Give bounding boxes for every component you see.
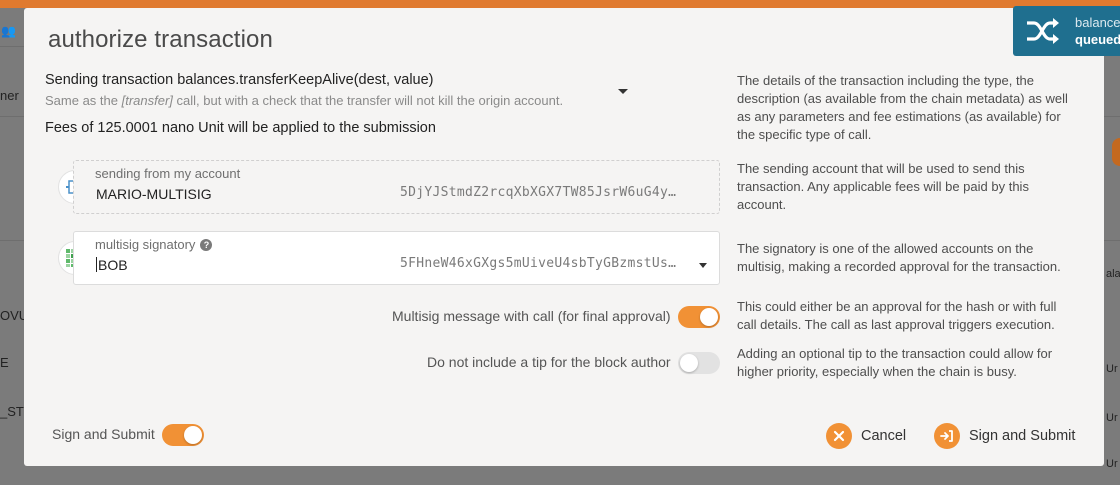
sender-label: sending from my account	[95, 166, 241, 181]
sender-name: MARIO-MULTISIG	[96, 186, 212, 202]
help-tip: Adding an optional tip to the transactio…	[737, 346, 1053, 379]
multisig-call-label: Multisig message with call (for final ap…	[392, 308, 671, 324]
multisig-call-toggle[interactable]	[678, 306, 720, 328]
bg-text: _ST	[0, 404, 24, 419]
expand-details-caret-icon[interactable]	[618, 89, 628, 94]
app-top-bar	[0, 0, 1120, 8]
help-question-icon[interactable]: ?	[200, 238, 213, 251]
help-sender: The sending account that will be used to…	[737, 161, 1029, 212]
signatory-name[interactable]: BOB	[96, 257, 128, 273]
queued-notification[interactable]: balance queued	[1013, 6, 1120, 56]
bg-orange-tab	[1112, 138, 1120, 166]
chevron-down-icon[interactable]	[699, 263, 707, 268]
no-tip-toggle[interactable]	[678, 352, 720, 374]
no-tip-label: Do not include a tip for the block autho…	[427, 354, 671, 370]
close-icon	[826, 423, 852, 449]
help-multisig: This could either be an approval for the…	[737, 299, 1057, 332]
sender-account-field: sending from my account MARIO-MULTISIG 5…	[73, 160, 720, 214]
shuffle-icon	[1027, 18, 1059, 44]
signatory-select[interactable]: multisig signatory? BOB 5FHneW46xGXgs5mU…	[73, 231, 720, 285]
users-icon: 👥	[1, 24, 16, 38]
bg-text: E	[0, 355, 9, 370]
sign-and-submit-button[interactable]: Sign and Submit	[934, 422, 1075, 450]
notification-status: queued	[1075, 32, 1120, 47]
sign-in-icon	[934, 423, 960, 449]
authorize-transaction-modal: authorize transaction Sending transactio…	[24, 8, 1104, 466]
cancel-button[interactable]: Cancel	[826, 422, 906, 450]
bg-text: Ur	[1106, 458, 1118, 470]
transaction-description: Same as the [transfer] call, but with a …	[45, 93, 564, 108]
modal-title: authorize transaction	[48, 26, 273, 53]
bg-text: ala	[1106, 268, 1120, 280]
sign-and-submit-toggle[interactable]	[162, 424, 204, 446]
fees-info: Fees of 125.0001 nano Unit will be appli…	[45, 120, 436, 136]
cancel-label: Cancel	[861, 428, 907, 444]
help-call: The details of the transaction including…	[737, 73, 1068, 142]
transaction-call: Sending transaction balances.transferKee…	[45, 72, 434, 88]
bg-text: ner	[0, 88, 19, 103]
bg-text: Ur	[1106, 412, 1118, 424]
signatory-label: multisig signatory?	[95, 237, 213, 252]
sign-and-submit-label: Sign and Submit	[969, 428, 1076, 444]
signatory-address: 5FHneW46xGXgs5mUiveU4sbTyGBzmstUs…	[400, 256, 677, 271]
help-signatory: The signatory is one of the allowed acco…	[737, 241, 1061, 274]
sign-and-submit-toggle-label: Sign and Submit	[52, 426, 155, 442]
bg-text: Ur	[1106, 363, 1118, 375]
notification-title: balance	[1075, 15, 1120, 30]
sender-address: 5DjYJStmdZ2rcqXbXGX7TW85JsrW6uG4y…	[400, 185, 677, 200]
